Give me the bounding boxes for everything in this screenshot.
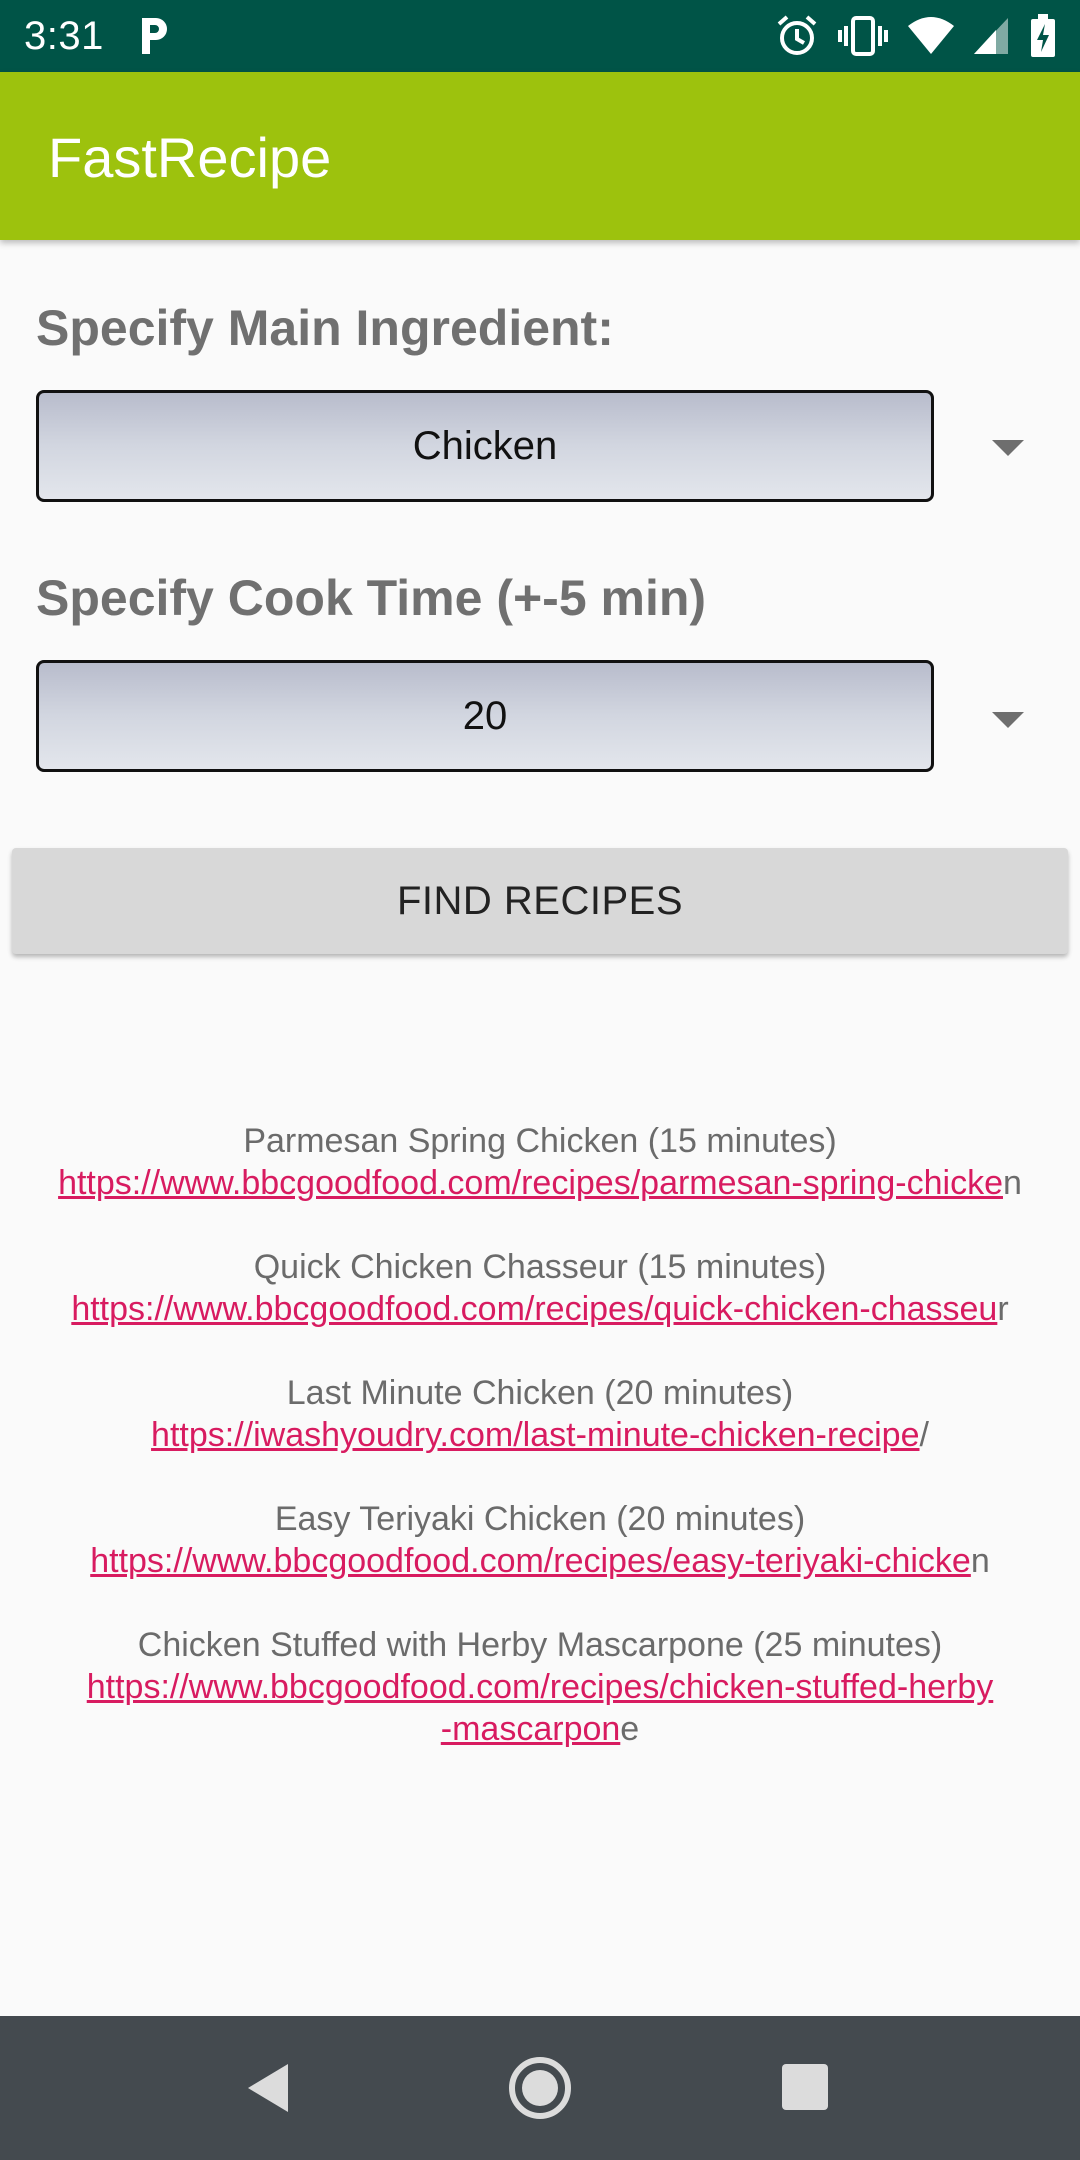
status-icons (776, 12, 1056, 60)
cook-time-label: Specify Cook Time (+-5 min) (36, 570, 707, 626)
recents-icon[interactable] (774, 2056, 838, 2120)
ingredient-spinner[interactable]: Chicken (36, 390, 934, 502)
ingredient-dropdown-arrow-icon[interactable] (992, 440, 1024, 456)
result-item: Quick Chicken Chasseur (15 minutes) http… (0, 1246, 1080, 1330)
result-link-tail: r (997, 1290, 1009, 1328)
status-bar: 3:31 (0, 0, 1080, 72)
cook-time-dropdown-arrow-icon[interactable] (992, 712, 1024, 728)
app-title: FastRecipe (48, 126, 332, 189)
result-item: Easy Teriyaki Chicken (20 minutes) https… (0, 1498, 1080, 1582)
result-item: Parmesan Spring Chicken (15 minutes) htt… (0, 1120, 1080, 1204)
result-title: Easy Teriyaki Chicken (20 minutes) (274, 1500, 806, 1538)
back-icon[interactable] (240, 2056, 304, 2120)
ingredient-label: Specify Main Ingredient: (36, 300, 614, 356)
result-link-continued[interactable]: -mascarpon (441, 1710, 621, 1748)
result-link-tail: / (919, 1416, 929, 1454)
result-title: Chicken Stuffed with Herby Mascarpone (2… (137, 1626, 943, 1664)
result-link-tail: e (620, 1710, 640, 1748)
cook-time-spinner[interactable]: 20 (36, 660, 934, 772)
result-title: Quick Chicken Chasseur (15 minutes) (253, 1248, 827, 1286)
result-link-tail: n (1002, 1164, 1022, 1202)
alarm-icon (777, 15, 817, 55)
result-link[interactable]: https://www.bbcgoodfood.com/recipes/parm… (58, 1164, 1003, 1202)
result-link-tail: n (970, 1542, 990, 1580)
result-link[interactable]: https://iwashyoudry.com/last-minute-chic… (151, 1416, 919, 1454)
vibrate-icon (838, 16, 888, 56)
wifi-icon (908, 17, 954, 54)
navigation-bar (0, 2016, 1080, 2160)
result-link[interactable]: https://www.bbcgoodfood.com/recipes/easy… (90, 1542, 971, 1580)
result-item: Chicken Stuffed with Herby Mascarpone (2… (0, 1624, 1080, 1750)
results-list: Parmesan Spring Chicken (15 minutes) htt… (0, 1120, 1080, 1792)
battery-charging-icon (1031, 14, 1055, 57)
home-icon[interactable] (508, 2056, 572, 2120)
result-link[interactable]: https://www.bbcgoodfood.com/recipes/quic… (71, 1290, 997, 1328)
signal-icon (974, 18, 1008, 54)
ingredient-spinner-value: Chicken (412, 423, 558, 468)
result-title: Parmesan Spring Chicken (15 minutes) (243, 1122, 837, 1160)
result-title: Last Minute Chicken (20 minutes) (286, 1374, 794, 1412)
find-recipes-button[interactable]: FIND RECIPES (12, 848, 1068, 954)
status-time: 3:31 (24, 14, 104, 58)
result-link[interactable]: https://www.bbcgoodfood.com/recipes/chic… (87, 1668, 994, 1706)
parking-icon (142, 18, 167, 54)
app-bar: FastRecipe (0, 72, 1080, 240)
cook-time-spinner-value: 20 (462, 693, 508, 738)
result-item: Last Minute Chicken (20 minutes) https:/… (0, 1372, 1080, 1456)
